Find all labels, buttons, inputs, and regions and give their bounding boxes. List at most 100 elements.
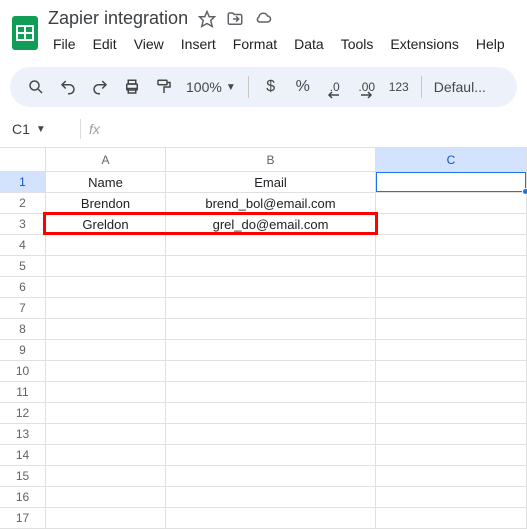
- zoom-select[interactable]: 100%▼: [182, 79, 240, 95]
- menu-tools[interactable]: Tools: [336, 33, 379, 55]
- row-header[interactable]: 3: [0, 214, 46, 234]
- currency-button[interactable]: $: [257, 73, 285, 101]
- cell[interactable]: [376, 256, 527, 276]
- cell[interactable]: grel_do@email.com: [166, 214, 376, 234]
- menu-insert[interactable]: Insert: [176, 33, 221, 55]
- cell[interactable]: Brendon: [46, 193, 166, 213]
- cell[interactable]: [46, 445, 166, 465]
- row-header[interactable]: 16: [0, 487, 46, 507]
- cell[interactable]: [46, 361, 166, 381]
- cell[interactable]: [376, 172, 527, 192]
- menu-data[interactable]: Data: [289, 33, 329, 55]
- cell[interactable]: [376, 361, 527, 381]
- cell[interactable]: [46, 403, 166, 423]
- redo-icon[interactable]: [86, 73, 114, 101]
- sheets-logo[interactable]: [12, 16, 38, 50]
- cell[interactable]: [376, 508, 527, 528]
- cell[interactable]: [166, 277, 376, 297]
- row-header[interactable]: 15: [0, 466, 46, 486]
- fill-handle-icon[interactable]: [522, 188, 527, 195]
- move-folder-icon[interactable]: [226, 10, 244, 28]
- row-header[interactable]: 7: [0, 298, 46, 318]
- row-header[interactable]: 6: [0, 277, 46, 297]
- doc-title[interactable]: Zapier integration: [48, 8, 188, 29]
- cell[interactable]: [376, 487, 527, 507]
- cell[interactable]: [376, 445, 527, 465]
- spreadsheet-grid[interactable]: A B C 1NameEmail 2Brendonbrend_bol@email…: [0, 148, 527, 529]
- cell[interactable]: [46, 235, 166, 255]
- cell[interactable]: [46, 256, 166, 276]
- row-header[interactable]: 4: [0, 235, 46, 255]
- row-header[interactable]: 9: [0, 340, 46, 360]
- row-header[interactable]: 12: [0, 403, 46, 423]
- row-header[interactable]: 17: [0, 508, 46, 528]
- cell[interactable]: [376, 235, 527, 255]
- cell[interactable]: [376, 319, 527, 339]
- cell[interactable]: Name: [46, 172, 166, 192]
- cell[interactable]: [166, 235, 376, 255]
- row-header[interactable]: 14: [0, 445, 46, 465]
- cell[interactable]: [376, 466, 527, 486]
- cell[interactable]: [166, 382, 376, 402]
- cell[interactable]: [166, 319, 376, 339]
- cell[interactable]: [376, 214, 527, 234]
- row-header[interactable]: 2: [0, 193, 46, 213]
- cell[interactable]: [166, 256, 376, 276]
- search-icon[interactable]: [22, 73, 50, 101]
- cloud-status-icon[interactable]: [254, 10, 272, 28]
- menu-help[interactable]: Help: [471, 33, 510, 55]
- row-header[interactable]: 5: [0, 256, 46, 276]
- row-header[interactable]: 10: [0, 361, 46, 381]
- menu-view[interactable]: View: [129, 33, 169, 55]
- cell[interactable]: [166, 424, 376, 444]
- cell[interactable]: [166, 466, 376, 486]
- row-header[interactable]: 11: [0, 382, 46, 402]
- row-header[interactable]: 13: [0, 424, 46, 444]
- cell[interactable]: [376, 382, 527, 402]
- cell[interactable]: [46, 487, 166, 507]
- cell[interactable]: Greldon: [46, 214, 166, 234]
- col-header-c[interactable]: C: [376, 148, 527, 171]
- print-icon[interactable]: [118, 73, 146, 101]
- cell[interactable]: [166, 445, 376, 465]
- cell[interactable]: [46, 277, 166, 297]
- percent-button[interactable]: %: [289, 73, 317, 101]
- cell[interactable]: [46, 508, 166, 528]
- number-format-button[interactable]: 123: [385, 73, 413, 101]
- cell[interactable]: [46, 382, 166, 402]
- cell[interactable]: [166, 487, 376, 507]
- cell[interactable]: [376, 298, 527, 318]
- cell[interactable]: [166, 298, 376, 318]
- increase-decimal-icon[interactable]: .00: [353, 73, 381, 101]
- cell[interactable]: [166, 403, 376, 423]
- cell[interactable]: brend_bol@email.com: [166, 193, 376, 213]
- col-header-a[interactable]: A: [46, 148, 166, 171]
- paint-format-icon[interactable]: [150, 73, 178, 101]
- cell[interactable]: [376, 403, 527, 423]
- cell[interactable]: [46, 319, 166, 339]
- cell[interactable]: [376, 424, 527, 444]
- menu-format[interactable]: Format: [228, 33, 282, 55]
- row-header[interactable]: 1: [0, 172, 46, 192]
- decrease-decimal-icon[interactable]: .0: [321, 73, 349, 101]
- formula-bar-input[interactable]: [108, 119, 515, 139]
- star-icon[interactable]: [198, 10, 216, 28]
- cell[interactable]: [376, 340, 527, 360]
- cell[interactable]: [376, 193, 527, 213]
- menu-extensions[interactable]: Extensions: [385, 33, 463, 55]
- cell[interactable]: [166, 361, 376, 381]
- menu-file[interactable]: File: [48, 33, 81, 55]
- cell[interactable]: [166, 340, 376, 360]
- cell[interactable]: [46, 424, 166, 444]
- cell[interactable]: [46, 466, 166, 486]
- cell[interactable]: [376, 277, 527, 297]
- col-header-b[interactable]: B: [166, 148, 376, 171]
- menu-edit[interactable]: Edit: [88, 33, 122, 55]
- cell[interactable]: [166, 508, 376, 528]
- select-all-corner[interactable]: [0, 148, 46, 171]
- undo-icon[interactable]: [54, 73, 82, 101]
- name-box[interactable]: C1 ▼: [12, 117, 72, 141]
- cell[interactable]: [46, 340, 166, 360]
- cell[interactable]: [46, 298, 166, 318]
- cell[interactable]: Email: [166, 172, 376, 192]
